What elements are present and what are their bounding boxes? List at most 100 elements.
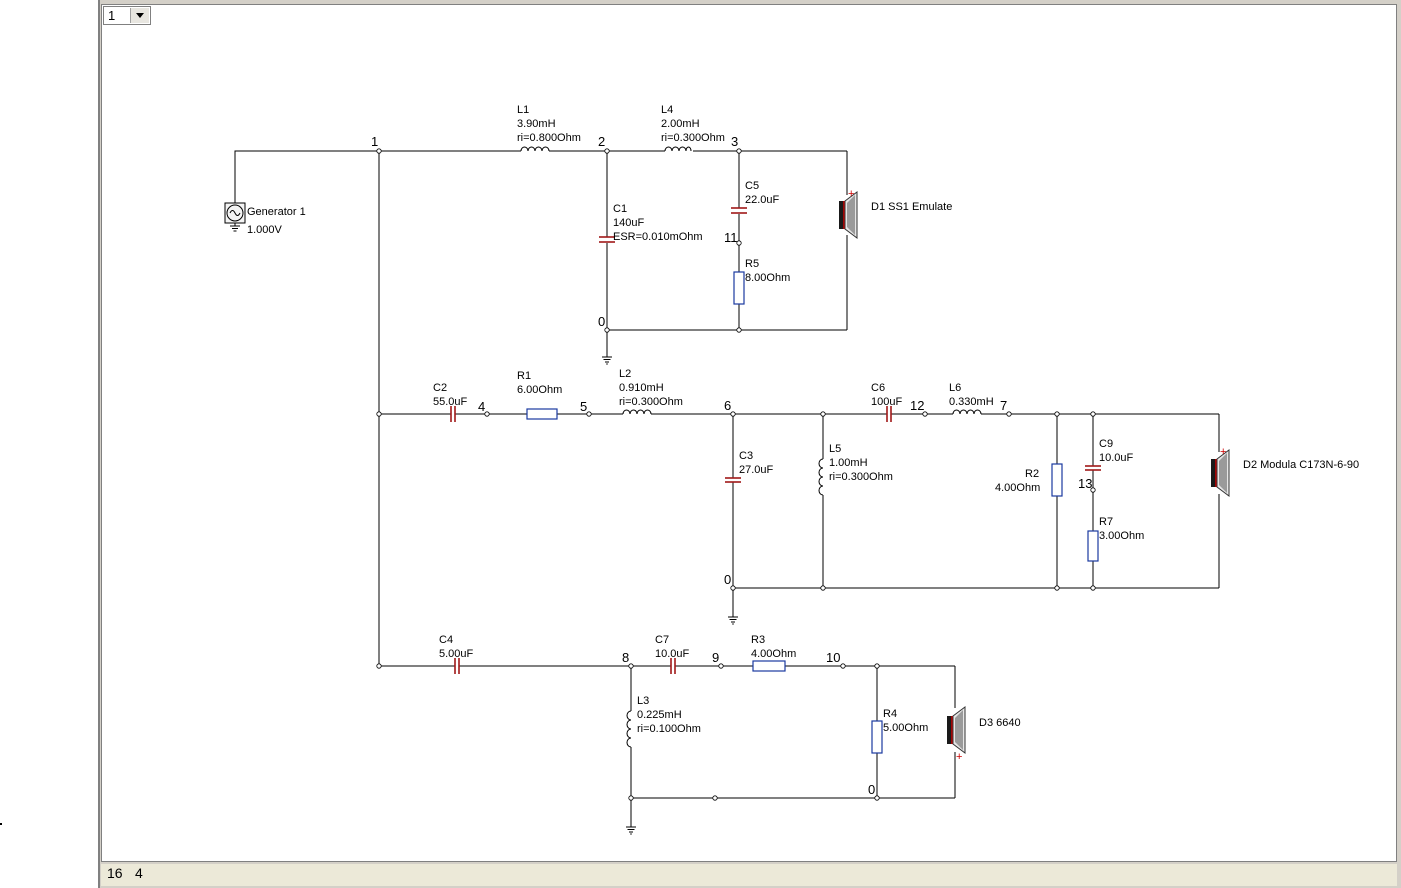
node-label: 0 [868, 782, 875, 797]
l2-value: 0.910mH [619, 382, 664, 394]
ground-icon [727, 611, 739, 625]
junctions [376, 148, 1096, 801]
c1-esr: ESR=0.010mOhm [613, 231, 703, 243]
capacitor-icon[interactable] [1085, 465, 1101, 471]
node-label: 2 [598, 134, 605, 149]
speaker-icon[interactable]: + [947, 706, 966, 763]
l1-name: L1 [517, 104, 529, 116]
node-label: 11 [724, 230, 738, 245]
node-label: 7 [1000, 398, 1007, 413]
l3-name: L3 [637, 695, 649, 707]
node-label: 9 [712, 650, 719, 665]
node-labels: 1 2 3 11 0 4 5 6 12 7 13 0 8 9 10 0 [371, 134, 1092, 797]
c3-name: C3 [739, 450, 753, 462]
l6-name: L6 [949, 382, 961, 394]
l4-value: 2.00mH [661, 118, 700, 130]
capacitor-icon[interactable] [725, 477, 741, 483]
c6-value: 100uF [871, 396, 902, 408]
wires [234, 150, 1220, 822]
capacitor-icon[interactable] [731, 207, 747, 214]
node-label: 4 [478, 399, 485, 414]
inductor-icon[interactable] [622, 409, 652, 415]
c2-name: C2 [433, 382, 447, 394]
node-label: 1 [371, 134, 378, 149]
inductor-icon[interactable] [818, 458, 824, 496]
resistor-icon[interactable] [752, 660, 786, 672]
node-label: 5 [580, 399, 587, 414]
c9-name: C9 [1099, 438, 1113, 450]
inductor-icon[interactable] [520, 146, 550, 152]
c5-name: C5 [745, 180, 759, 192]
l4-name: L4 [661, 104, 673, 116]
r1-value: 6.00Ohm [517, 384, 562, 396]
speaker-d1-label: D1 SS1 Emulate [871, 201, 952, 213]
speaker-d3-label: D3 6640 [979, 717, 1021, 729]
r5-name: R5 [745, 258, 759, 270]
r7-name: R7 [1099, 516, 1113, 528]
c1-name: C1 [613, 203, 627, 215]
r4-name: R4 [883, 708, 897, 720]
inductor-icon[interactable] [626, 710, 632, 748]
l4-ri: ri=0.300Ohm [661, 132, 725, 144]
node-label: 10 [826, 650, 840, 665]
capacitor-icon[interactable] [454, 658, 460, 674]
capacitor-icon[interactable] [670, 658, 676, 674]
speaker-icon[interactable]: + [1211, 446, 1230, 497]
capacitor-icon[interactable] [450, 406, 456, 422]
l5-value: 1.00mH [829, 457, 868, 469]
inductor-icon[interactable] [952, 409, 982, 415]
l2-ri: ri=0.300Ohm [619, 396, 683, 408]
ground-icon [625, 821, 637, 835]
svg-text:+: + [956, 751, 962, 763]
c9-value: 10.0uF [1099, 452, 1134, 464]
resistor-icon[interactable] [526, 408, 558, 420]
generator-icon[interactable] [224, 202, 246, 232]
r3-name: R3 [751, 634, 765, 646]
generator-name: Generator 1 [247, 206, 306, 218]
speaker-d2-label: D2 Modula C173N-6-90 [1243, 459, 1359, 471]
r4-value: 5.00Ohm [883, 722, 928, 734]
schematic: Generator 1 1.000V + + + D1 SS1 Emulate … [224, 104, 1359, 835]
l6-value: 0.330mH [949, 396, 994, 408]
node-label: 0 [598, 314, 605, 329]
c3-value: 27.0uF [739, 464, 774, 476]
generator-value: 1.000V [247, 224, 283, 236]
l1-ri: ri=0.800Ohm [517, 132, 581, 144]
l2-name: L2 [619, 368, 631, 380]
c2-value: 55.0uF [433, 396, 468, 408]
c4-name: C4 [439, 634, 453, 646]
c4-value: 5.00uF [439, 648, 474, 660]
resistor-icon[interactable] [1051, 463, 1063, 497]
r2-value: 4.00Ohm [995, 482, 1040, 494]
r7-value: 3.00Ohm [1099, 530, 1144, 542]
l1-value: 3.90mH [517, 118, 556, 130]
node-label: 13 [1078, 476, 1092, 491]
ground-icon [601, 351, 613, 365]
inductor-icon[interactable] [664, 146, 692, 152]
l3-value: 0.225mH [637, 709, 682, 721]
svg-text:+: + [848, 188, 854, 200]
r2-name: R2 [1025, 468, 1039, 480]
node-label: 8 [622, 650, 629, 665]
resistor-icon[interactable] [871, 720, 883, 754]
r3-value: 4.00Ohm [751, 648, 796, 660]
node-label: 0 [724, 572, 731, 587]
resistor-icon[interactable] [733, 271, 745, 305]
c7-value: 10.0uF [655, 648, 690, 660]
speaker-icon[interactable]: + [839, 188, 858, 239]
c7-name: C7 [655, 634, 669, 646]
c5-value: 22.0uF [745, 194, 780, 206]
svg-text:+: + [1220, 446, 1226, 458]
r1-name: R1 [517, 370, 531, 382]
node-label: 3 [731, 134, 738, 149]
l5-name: L5 [829, 443, 841, 455]
capacitor-icon[interactable] [886, 406, 892, 422]
node-label: 12 [910, 398, 924, 413]
c6-name: C6 [871, 382, 885, 394]
l3-ri: ri=0.100Ohm [637, 723, 701, 735]
r5-value: 8.00Ohm [745, 272, 790, 284]
c1-value: 140uF [613, 217, 644, 229]
l5-ri: ri=0.300Ohm [829, 471, 893, 483]
node-label: 6 [724, 398, 731, 413]
resistor-icon[interactable] [1087, 530, 1099, 562]
